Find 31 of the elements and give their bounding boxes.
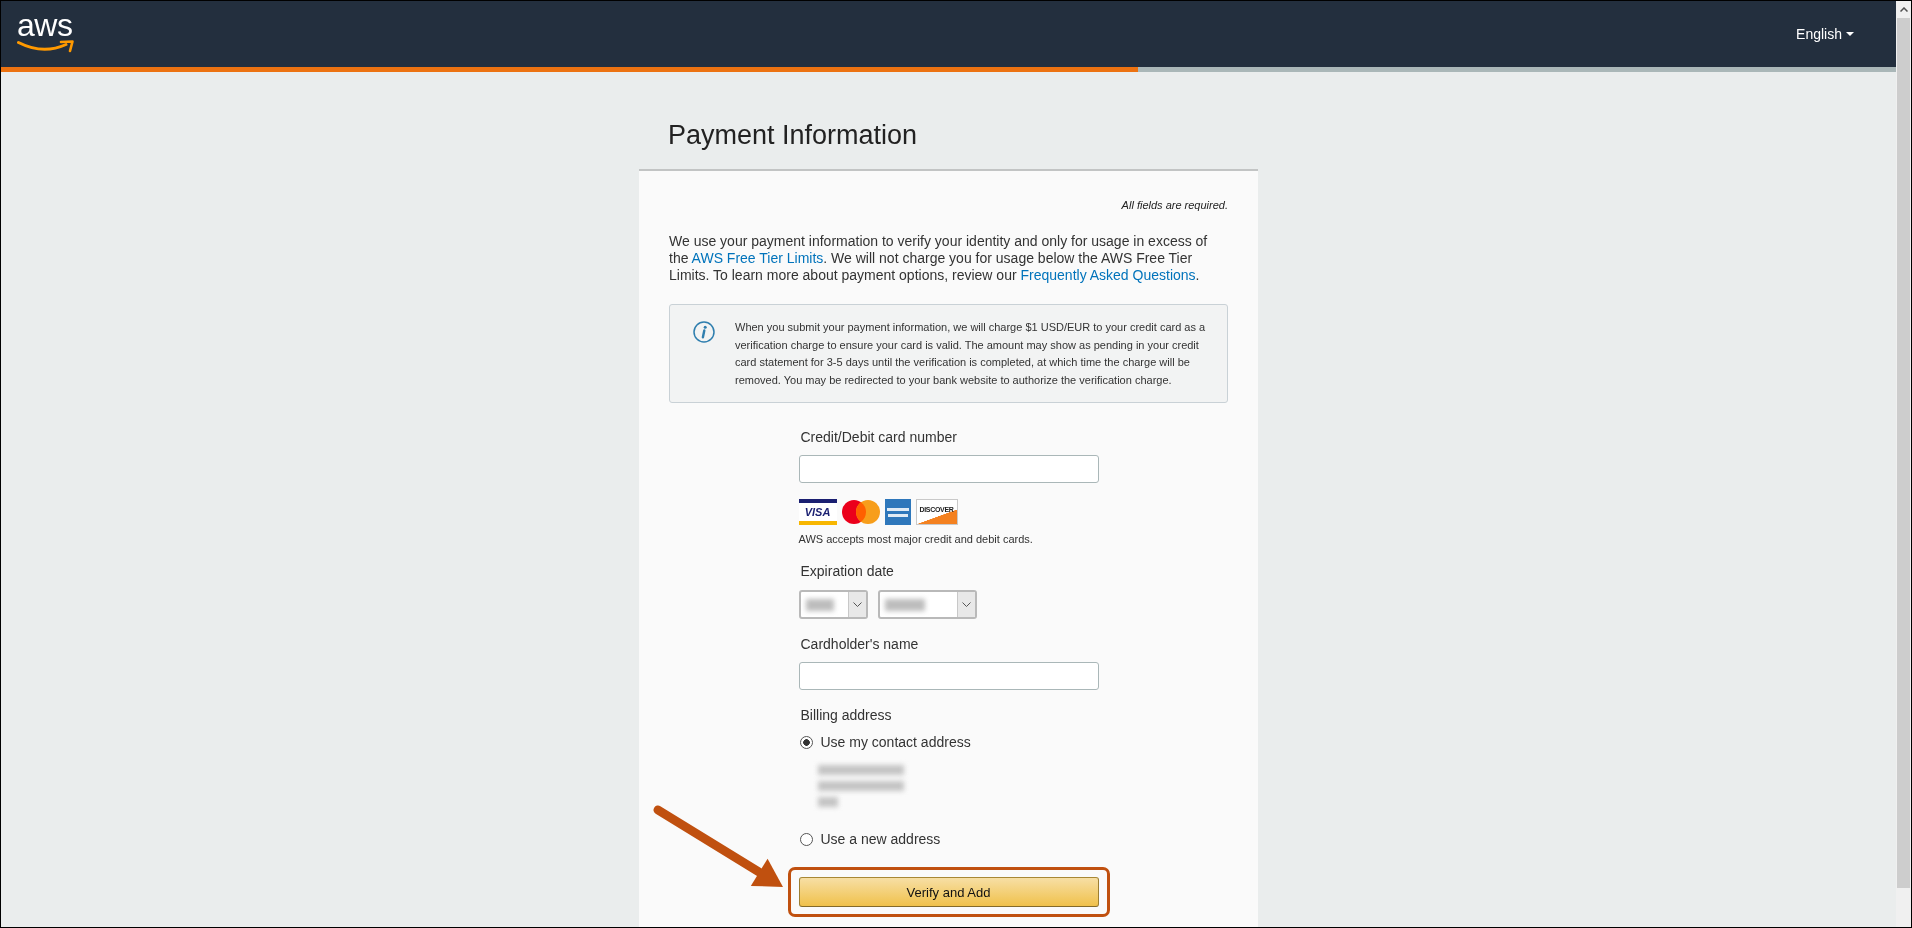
page-title: Payment Information bbox=[668, 120, 919, 151]
chevron-down-icon bbox=[961, 602, 971, 607]
radio-label[interactable]: Use my contact address bbox=[820, 734, 971, 751]
radio-button[interactable] bbox=[799, 833, 813, 846]
radio-button[interactable] bbox=[799, 736, 813, 749]
required-note: All fields are required. bbox=[1120, 198, 1228, 212]
dropdown-select[interactable] bbox=[798, 590, 868, 619]
field-label: Cardholder's name bbox=[799, 636, 920, 653]
scroll-up-icon[interactable] bbox=[1899, 7, 1908, 12]
visa-logo: VISA bbox=[798, 499, 837, 525]
intro-paragraph: We use your payment information to verify your identity and only for usage in excess of the AWS Free Tier Limits. We will not charge you for usage below the AWS Free Tier Limits. To learn more about payment options, review our Frequently Asked Questions. bbox=[669, 233, 1209, 284]
text-link[interactable]: Frequently Asked Questions bbox=[1020, 267, 1196, 283]
text-input[interactable] bbox=[798, 662, 1099, 690]
cards-note: AWS accepts most major credit and debit cards. bbox=[798, 532, 1034, 546]
scrollbar-thumb[interactable] bbox=[1897, 18, 1910, 888]
field-label: Billing address bbox=[799, 707, 893, 724]
dropdown-select[interactable] bbox=[877, 590, 977, 619]
interlocking-circles-icon bbox=[841, 499, 880, 525]
verify-button[interactable]: Verify and Add bbox=[798, 877, 1099, 907]
smile-arrow-icon bbox=[17, 40, 75, 53]
chevron-down-icon bbox=[852, 602, 862, 607]
field-label: Expiration date bbox=[799, 563, 895, 580]
caret-down-icon bbox=[1846, 32, 1854, 36]
info-icon bbox=[693, 321, 715, 343]
notice-text: When you submit your payment information, we will charge $1 USD/EUR to your credit card as a verification charge to ensure your card is valid. The amount may show as pending in your credit card statement for 3-5 days until the verification is completed, at which time the charge will be removed. You may be redirected to your bank website to authorize the verification charge. bbox=[735, 320, 1207, 388]
radio-label[interactable]: Use a new address bbox=[820, 831, 941, 848]
field-label: Credit/Debit card number bbox=[799, 429, 958, 446]
language-selector[interactable]: English bbox=[1796, 26, 1854, 42]
card-brand-icon bbox=[884, 499, 911, 525]
text-input[interactable] bbox=[798, 455, 1099, 483]
logo-wordmark: aws bbox=[17, 9, 74, 40]
